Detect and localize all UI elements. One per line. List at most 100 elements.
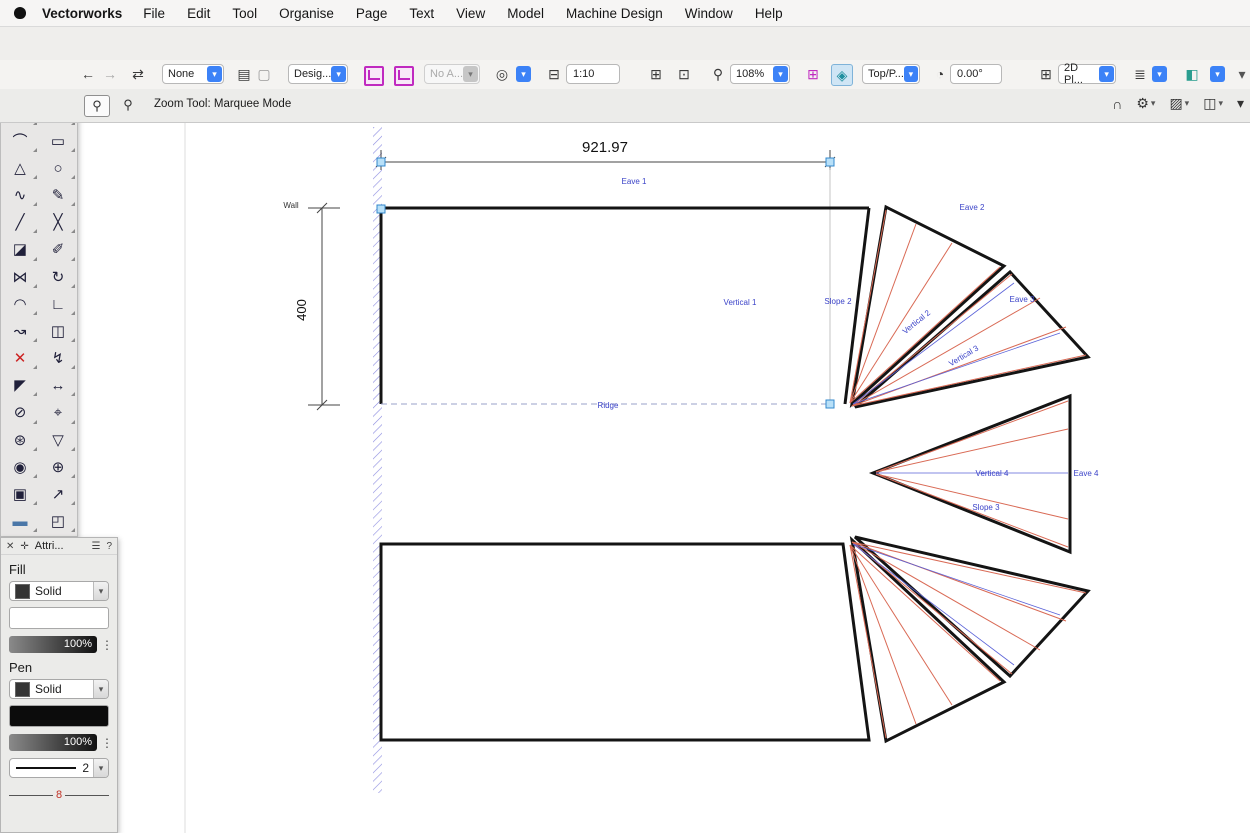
rotate-tool[interactable]: ↻ (39, 264, 77, 291)
polyline-tool[interactable]: ∿ (1, 182, 39, 209)
menu-file[interactable]: File (132, 6, 176, 21)
sphere-tool[interactable]: ⊛ (1, 427, 39, 454)
fit-objects-icon[interactable]: ⊞ (646, 64, 666, 84)
height-dimension[interactable] (308, 203, 340, 410)
freehand-tool[interactable]: ✎ (39, 182, 77, 209)
arc-by-points-tool[interactable]: ◠ (1, 291, 39, 318)
slash-circle-tool[interactable]: ⊘ (1, 399, 39, 426)
pattern-tool[interactable]: ◉ (1, 454, 39, 481)
menu-organise[interactable]: Organise (268, 6, 345, 21)
layer-scale-field[interactable]: 1:10 (566, 64, 620, 84)
line-weight-select[interactable]: 2 ▾ (9, 758, 109, 778)
menu-edit[interactable]: Edit (176, 6, 221, 21)
panels-group[interactable]: ◫ ▾ (1203, 95, 1223, 112)
more-options-icon[interactable]: ⋮ (101, 638, 109, 652)
arc-tool[interactable]: ⌒ (1, 128, 39, 155)
palette-menu-icon[interactable]: ☰ (91, 541, 100, 552)
cone-tool[interactable]: ▽ (39, 427, 77, 454)
mirror-tool[interactable]: ⋈ (1, 264, 39, 291)
mode-overflow-icon[interactable]: ▾ (1237, 95, 1244, 112)
app-menu[interactable]: Vectorworks (42, 6, 122, 21)
corner-fill-tool[interactable]: ◪ (1, 236, 39, 263)
angle-field[interactable]: 0.00° (950, 64, 1002, 84)
pen-opacity-slider[interactable]: 100% (9, 734, 97, 751)
fill-color-swatch[interactable] (9, 607, 109, 629)
menu-help[interactable]: Help (744, 6, 794, 21)
layer-scale-icon[interactable]: ⊟ (544, 64, 564, 84)
menu-window[interactable]: Window (674, 6, 744, 21)
navigation-icon[interactable]: ⇄ (128, 64, 148, 84)
forward-button[interactable]: → (100, 64, 120, 84)
close-icon[interactable]: ✕ (6, 541, 14, 552)
more-options-icon[interactable]: ⋮ (101, 736, 109, 750)
clip-tool[interactable]: ╳ (39, 209, 77, 236)
render-cube-icon[interactable]: ◧ (1182, 64, 1202, 84)
snap-magnet-icon[interactable]: ∩ (1112, 96, 1122, 112)
roof-panel-top[interactable] (381, 208, 869, 404)
menu-page[interactable]: Page (345, 6, 399, 21)
circle-tool[interactable]: ○ (39, 155, 77, 182)
pen-color-swatch[interactable] (9, 705, 109, 727)
frame-tool[interactable]: ▣ (1, 481, 39, 508)
column-tool[interactable]: ◫ (39, 318, 77, 345)
locus-tool[interactable]: ⌖ (39, 399, 77, 426)
zoom-level-icon[interactable]: ⚲ (708, 64, 728, 84)
marker-style-row[interactable]: 8 (9, 786, 109, 804)
roof-wedge-top-1[interactable] (852, 207, 1004, 404)
corner-tool[interactable]: ◤ (1, 372, 39, 399)
saved-view-edit-icon[interactable] (394, 66, 414, 86)
pen-tool[interactable]: ✐ (39, 236, 77, 263)
stack-dropdown-icon[interactable]: ▾ (1152, 66, 1167, 82)
polygon-tool[interactable]: △ (1, 155, 39, 182)
plane-dropdown[interactable]: 2D Pl... ▾ (1058, 64, 1116, 84)
reference-dropdown-icon[interactable]: ▾ (516, 66, 531, 82)
grid-tool[interactable]: ⊕ (39, 454, 77, 481)
pan-mode-button[interactable]: ⚲ (116, 95, 140, 115)
class-dropdown[interactable]: None ▾ (162, 64, 224, 84)
no-attributes-dropdown[interactable]: No A... ▾ (424, 64, 480, 84)
split-tool[interactable]: ↯ (39, 345, 77, 372)
move-by-points-tool[interactable]: ↗ (39, 481, 77, 508)
settings-group[interactable]: ⚙ ▾ (1136, 95, 1155, 112)
view-dropdown[interactable]: Top/P... ▾ (862, 64, 920, 84)
stack-icon[interactable]: ≣ (1130, 64, 1150, 84)
render-dropdown-icon[interactable]: ▾ (1210, 66, 1225, 82)
angle-icon[interactable]: ◔ (930, 64, 950, 84)
grid-snap-icon[interactable]: ⊞ (803, 64, 823, 84)
back-button[interactable]: ← (78, 64, 98, 84)
reference-icon[interactable]: ◎ (492, 64, 512, 84)
current-view-icon[interactable]: ◈ (831, 64, 853, 86)
design-layer-dropdown[interactable]: Desig... ▾ (288, 64, 348, 84)
marquee-mode-button[interactable]: ⚲ (84, 95, 110, 117)
menu-view[interactable]: View (445, 6, 496, 21)
delete-tool[interactable]: ✕ (1, 345, 39, 372)
menu-model[interactable]: Model (496, 6, 555, 21)
fill-opacity-slider[interactable]: 100% (9, 636, 97, 653)
hatch-group[interactable]: ▨ ▾ (1169, 95, 1189, 112)
slab-tool[interactable]: ▬ (1, 508, 39, 535)
fit-page-icon[interactable]: ⊡ (674, 64, 694, 84)
plane-panel-icon[interactable]: ⊞ (1036, 64, 1056, 84)
selection-handles[interactable] (377, 158, 834, 408)
menu-tool[interactable]: Tool (221, 6, 268, 21)
drawing-canvas[interactable]: 921.97 400 (0, 122, 1250, 833)
toolbar-overflow-icon[interactable]: ▾ (1232, 64, 1250, 84)
help-icon[interactable]: ? (106, 541, 112, 552)
menu-text[interactable]: Text (398, 6, 445, 21)
saved-view-icon[interactable] (364, 66, 384, 86)
pen-style-select[interactable]: Solid ▾ (9, 679, 109, 699)
dock-icon[interactable]: ✛ (20, 541, 28, 552)
spiral-tool[interactable]: ↝ (1, 318, 39, 345)
menu-machine-design[interactable]: Machine Design (555, 6, 674, 21)
apple-icon[interactable] (14, 7, 26, 19)
roof-panel-middle[interactable] (873, 396, 1070, 552)
layer-options-icon[interactable]: ▢ (254, 64, 274, 84)
double-line-tool[interactable]: ╱ (1, 209, 39, 236)
rectangle-tool[interactable]: ▭ (39, 128, 77, 155)
angle-tool[interactable]: ∟ (39, 291, 77, 318)
layers-icon[interactable]: ▤ (234, 64, 254, 84)
fill-style-select[interactable]: Solid ▾ (9, 581, 109, 601)
select-similar-tool[interactable]: ◰ (39, 508, 77, 535)
dimension-tool[interactable]: ↔ (39, 372, 77, 399)
roof-panel-bottom[interactable] (381, 544, 869, 740)
